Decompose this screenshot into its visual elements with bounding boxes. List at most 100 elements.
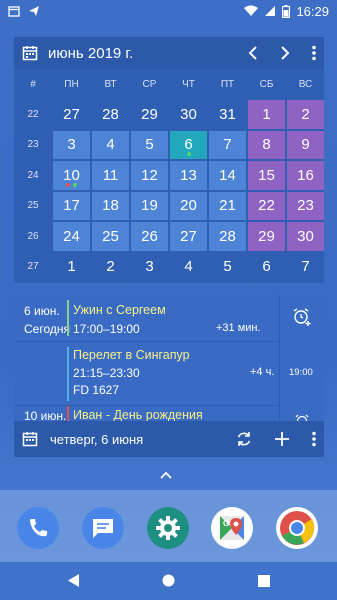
day-cell[interactable]: 4 [169, 251, 208, 282]
day-cell[interactable]: 29 [247, 221, 286, 252]
day-cell[interactable]: 29 [130, 99, 169, 130]
day-number: 15 [258, 166, 275, 184]
agenda-widget: 6 июн. Сегодня Ужин с Сергеем 17:00–19:0… [14, 295, 324, 457]
day-cell[interactable]: 25 [91, 221, 130, 252]
day-cell[interactable]: 24 [52, 221, 91, 252]
day-cell[interactable]: 14 [208, 160, 247, 191]
day-cell[interactable]: 20 [169, 190, 208, 221]
day-cell[interactable]: 3 [130, 251, 169, 282]
event-color-bar [67, 347, 69, 401]
day-cell[interactable]: 5 [208, 251, 247, 282]
day-cell[interactable]: 11 [91, 160, 130, 191]
calendar-icon[interactable] [22, 431, 38, 447]
day-cell[interactable]: 23 [286, 190, 324, 221]
status-time: 16:29 [296, 3, 329, 19]
week-number: 25 [27, 200, 39, 212]
month-calendar-widget: июнь 2019 г. # ПН ВТ СР ЧТ ПТ СБ ВС 22 27… [14, 37, 324, 283]
day-cell[interactable]: 8 [247, 129, 286, 160]
day-cell[interactable]: 26 [130, 221, 169, 252]
dow-label: ВС [298, 78, 313, 90]
day-number: 22 [258, 197, 275, 215]
back-icon[interactable] [68, 574, 80, 592]
day-cell-today[interactable]: 6 [169, 129, 208, 160]
day-cell[interactable]: 21 [208, 190, 247, 221]
event-duration: +4 ч. [250, 366, 275, 378]
messages-app[interactable] [82, 507, 124, 549]
day-number: 1 [67, 258, 76, 276]
settings-app[interactable] [147, 507, 189, 549]
event-item[interactable]: 6 июн. Сегодня Ужин с Сергеем 17:00–19:0… [14, 295, 324, 341]
day-cell[interactable]: 30 [169, 99, 208, 130]
event-color-bar [67, 406, 69, 421]
alarm-icon [295, 413, 309, 421]
day-cell[interactable]: 1 [52, 251, 91, 282]
more-vert-icon[interactable] [312, 45, 316, 61]
day-number: 5 [145, 136, 154, 154]
day-cell[interactable]: 19 [130, 190, 169, 221]
event-day-label: Сегодня [24, 322, 70, 336]
day-number: 17 [63, 197, 80, 215]
day-number: 3 [67, 136, 76, 154]
day-number: 8 [262, 136, 271, 154]
chrome-app[interactable] [276, 507, 318, 549]
day-cell[interactable]: 9 [286, 129, 324, 160]
app-drawer-chevron-icon[interactable] [160, 468, 172, 482]
day-cell[interactable]: 7 [208, 129, 247, 160]
agenda-date-title[interactable]: четверг, 6 июня [50, 432, 143, 447]
event-extra: FD 1627 [73, 383, 120, 397]
day-cell[interactable]: 28 [91, 99, 130, 130]
day-cell[interactable]: 6 [247, 251, 286, 282]
day-cell[interactable]: 27 [52, 99, 91, 130]
recents-icon[interactable] [258, 574, 270, 592]
day-cell[interactable]: 1 [247, 99, 286, 130]
day-cell[interactable]: 2 [286, 99, 324, 130]
day-cell[interactable]: 18 [91, 190, 130, 221]
day-cell[interactable]: 5 [130, 129, 169, 160]
day-cell[interactable]: 7 [286, 251, 324, 282]
chevron-right-icon[interactable] [280, 46, 290, 60]
calendar-icon[interactable] [22, 45, 38, 61]
day-cell[interactable]: 27 [169, 221, 208, 252]
day-number: 7 [223, 136, 232, 154]
day-cell[interactable]: 12 [130, 160, 169, 191]
day-cell[interactable]: 2 [91, 251, 130, 282]
dow-label: ЧТ [182, 78, 195, 90]
day-cell[interactable]: 13 [169, 160, 208, 191]
event-title: Перелет в Сингапур [73, 348, 190, 362]
day-number: 4 [184, 258, 193, 276]
phone-app[interactable] [17, 507, 59, 549]
event-item[interactable]: Перелет в Сингапур 21:15–23:30 FD 1627 +… [14, 342, 324, 405]
chevron-left-icon[interactable] [248, 46, 258, 60]
maps-app[interactable]: G [211, 507, 253, 549]
side-time: 19:00 [289, 367, 313, 378]
day-number: 6 [262, 258, 271, 276]
add-icon[interactable] [274, 431, 290, 447]
home-icon[interactable] [162, 574, 175, 592]
day-cell[interactable]: 4 [91, 129, 130, 160]
day-number: 4 [106, 136, 115, 154]
svg-text:G: G [223, 519, 229, 528]
refresh-icon[interactable] [236, 431, 252, 447]
event-dot [186, 152, 191, 156]
calendar-notification-icon [8, 5, 20, 17]
event-title: Ужин с Сергеем [73, 303, 166, 317]
day-cell[interactable]: 15 [247, 160, 286, 191]
add-alarm-icon[interactable] [292, 307, 312, 327]
day-number: 11 [102, 166, 119, 184]
send-notification-icon [28, 5, 40, 17]
month-title[interactable]: июнь 2019 г. [48, 45, 133, 62]
day-cell[interactable]: 22 [247, 190, 286, 221]
day-cell[interactable]: 31 [208, 99, 247, 130]
day-cell[interactable]: 28 [208, 221, 247, 252]
more-vert-icon[interactable] [312, 431, 316, 447]
day-number: 5 [223, 258, 232, 276]
day-cell[interactable]: 30 [286, 221, 324, 252]
day-cell[interactable]: 10 [52, 160, 91, 191]
event-item[interactable]: 10 июн. Иван - День рождения [14, 406, 324, 421]
day-number: 28 [102, 105, 119, 123]
day-cell[interactable]: 16 [286, 160, 324, 191]
day-cell[interactable]: 3 [52, 129, 91, 160]
day-number: 26 [141, 227, 158, 245]
day-cell[interactable]: 17 [52, 190, 91, 221]
dow-label: СР [142, 78, 157, 90]
